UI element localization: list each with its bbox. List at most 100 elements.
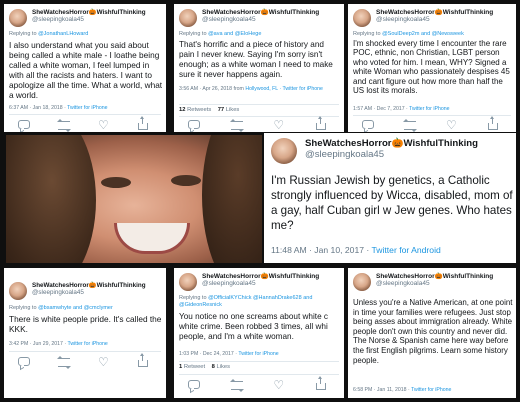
avatar[interactable]	[271, 138, 297, 164]
divider	[179, 116, 339, 117]
tweet-card-4[interactable]: SheWatchesHorror🎃WishfulThinking @sleepi…	[264, 133, 516, 263]
display-name[interactable]: SheWatchesHorror🎃WishfulThinking	[376, 9, 493, 16]
tweet-actions: ♡	[188, 116, 330, 132]
share-button[interactable]	[315, 376, 330, 391]
share-icon	[138, 116, 148, 130]
handle[interactable]: @sleepingkoala45	[376, 16, 493, 23]
reply-button[interactable]	[188, 119, 202, 131]
divider	[179, 361, 339, 362]
avatar[interactable]	[9, 282, 27, 300]
tweet-source[interactable]: Twitter for iPhone	[411, 387, 451, 393]
reply-mention-link[interactable]: @JonathanLHoward	[38, 31, 88, 37]
tweet-source[interactable]: Twitter for iPhone	[67, 341, 107, 347]
retweet-button[interactable]	[57, 356, 72, 369]
handle[interactable]: @sleepingkoala45	[305, 149, 478, 160]
retweet-count[interactable]: 1 Retweet	[179, 364, 205, 370]
retweet-icon	[403, 119, 417, 132]
handle[interactable]: @sleepingkoala45	[202, 280, 319, 287]
handle[interactable]: @sleepingkoala45	[32, 289, 146, 296]
retweet-button[interactable]	[57, 119, 72, 132]
tweet-card-5[interactable]: SheWatchesHorror🎃WishfulThinking @sleepi…	[4, 268, 166, 398]
tweet-card-6[interactable]: SheWatchesHorror🎃WishfulThinking @sleepi…	[174, 268, 344, 398]
reply-button[interactable]	[18, 119, 32, 131]
reply-button[interactable]	[362, 119, 376, 131]
display-name[interactable]: SheWatchesHorror🎃WishfulThinking	[32, 9, 146, 16]
reply-icon	[188, 120, 200, 129]
tweet-text: There is white people pride. It's called…	[9, 314, 162, 334]
reply-button[interactable]	[188, 379, 202, 391]
tweet-source[interactable]: Twitter for iPhone	[67, 105, 107, 111]
tweet-timestamp: 1:03 PM · Dec 24, 2017 · Twitter for iPh…	[179, 351, 279, 357]
avatar[interactable]	[179, 9, 197, 27]
retweet-button[interactable]	[229, 379, 245, 392]
tweet-card-2[interactable]: SheWatchesHorror🎃WishfulThinking @sleepi…	[174, 4, 344, 132]
tweet-source[interactable]: Twitter for Android	[372, 245, 441, 255]
tweet-timestamp: 11:48 AM · Jan 10, 2017 · Twitter for An…	[271, 245, 441, 255]
like-count[interactable]: 77 Likes	[218, 107, 240, 113]
like-button[interactable]: ♡	[273, 379, 287, 391]
photo-smile	[114, 223, 190, 254]
tweet-source[interactable]: Twitter for iPhone	[409, 106, 449, 112]
like-button[interactable]: ♡	[98, 356, 112, 368]
display-name[interactable]: SheWatchesHorror🎃WishfulThinking	[202, 9, 319, 16]
avatar[interactable]	[353, 9, 371, 27]
share-button[interactable]	[315, 116, 330, 131]
like-icon: ♡	[273, 378, 285, 392]
tweet-header: SheWatchesHorror🎃WishfulThinking @sleepi…	[179, 9, 319, 27]
share-icon	[315, 116, 326, 130]
display-name[interactable]: SheWatchesHorror🎃WishfulThinking	[376, 273, 493, 280]
avatar[interactable]	[353, 273, 371, 291]
retweet-button[interactable]	[229, 119, 245, 132]
share-button[interactable]	[138, 353, 152, 368]
tweet-location[interactable]: Hollywood, FL	[245, 86, 278, 92]
replying-to: Replying to @ava and @EloHege	[179, 31, 262, 37]
tweet-card-7[interactable]: SheWatchesHorror🎃WishfulThinking @sleepi…	[348, 268, 516, 398]
tweet-actions: ♡	[362, 116, 502, 132]
share-icon	[138, 353, 148, 367]
photo-eye-left	[101, 177, 131, 188]
tweet-header: SheWatchesHorror🎃WishfulThinking @sleepi…	[353, 9, 493, 27]
reply-icon	[362, 120, 374, 129]
handle[interactable]: @sleepingkoala45	[202, 16, 319, 23]
reply-mention-link[interactable]: @ava and @EloHege	[208, 31, 261, 37]
reply-button[interactable]	[18, 356, 32, 368]
avatar[interactable]	[9, 9, 27, 27]
profile-photo	[6, 135, 262, 263]
like-icon: ♡	[446, 118, 457, 132]
tweet-source[interactable]: · Twitter for iPhone	[278, 86, 322, 92]
like-button[interactable]: ♡	[446, 119, 460, 131]
tweet-card-1[interactable]: SheWatchesHorror🎃WishfulThinking @sleepi…	[4, 4, 166, 132]
retweet-button[interactable]	[403, 119, 418, 132]
like-button[interactable]: ♡	[273, 119, 287, 131]
retweet-icon	[229, 379, 244, 392]
share-icon	[488, 116, 498, 130]
tweet-stats: 12 Retweets 77 Likes	[179, 107, 239, 113]
handle[interactable]: @sleepingkoala45	[32, 16, 146, 23]
display-name[interactable]: SheWatchesHorror🎃WishfulThinking	[32, 282, 146, 289]
like-button[interactable]: ♡	[98, 119, 112, 131]
tweet-timestamp: 6:37 AM · Jan 18, 2018 · Twitter for iPh…	[9, 105, 108, 111]
tweet-card-3[interactable]: SheWatchesHorror🎃WishfulThinking @sleepi…	[348, 4, 516, 132]
reply-icon	[188, 380, 200, 389]
avatar[interactable]	[179, 273, 197, 291]
photo-hair-left	[6, 135, 96, 263]
tweet-source[interactable]: Twitter for iPhone	[238, 351, 278, 357]
retweet-icon	[229, 119, 244, 132]
display-name[interactable]: SheWatchesHorror🎃WishfulThinking	[305, 138, 478, 149]
reply-mention-link[interactable]: @bsamwhyte and @cmclymer	[38, 305, 113, 311]
tweet-stats: 1 Retweet 8 Likes	[179, 364, 230, 370]
divider	[353, 115, 511, 116]
share-button[interactable]	[488, 116, 502, 131]
photo-hair-right	[202, 135, 262, 263]
retweet-count[interactable]: 12 Retweets	[179, 107, 211, 113]
divider	[9, 114, 161, 115]
share-button[interactable]	[138, 116, 152, 131]
display-name[interactable]: SheWatchesHorror🎃WishfulThinking	[202, 273, 319, 280]
tweet-text-line: people, and I'm a white woman.	[179, 332, 294, 341]
reply-mention-link[interactable]: @SoulDeep2m and @Newsweek	[382, 31, 464, 37]
handle[interactable]: @sleepingkoala45	[376, 280, 493, 287]
tweet-text: Unless you're a Native American, at one …	[353, 298, 513, 365]
reply-icon	[18, 120, 30, 129]
tweet-timestamp: 1:57 AM · Dec 7, 2017 · Twitter for iPho…	[353, 106, 450, 112]
like-count[interactable]: 8 Likes	[212, 364, 230, 370]
